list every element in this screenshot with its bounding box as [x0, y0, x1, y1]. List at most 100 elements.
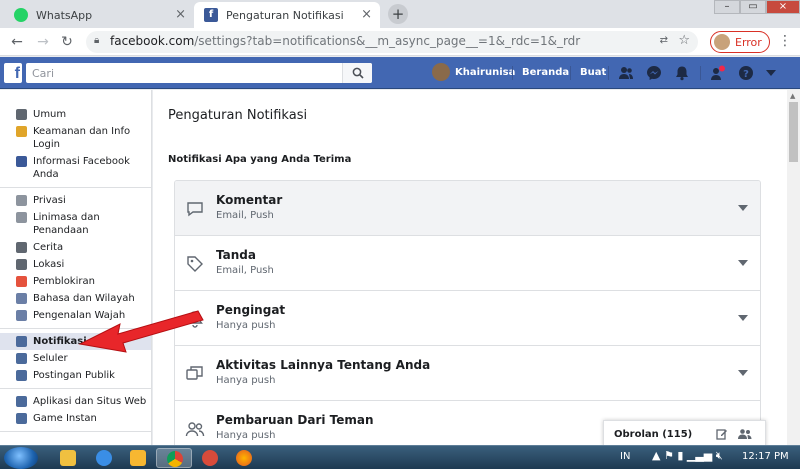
gears-icon: [16, 109, 27, 120]
sidebar-group: Aplikasi dan Situs Web Game Instan: [0, 389, 151, 432]
sidebar-item-label: Informasi Facebook Anda: [33, 156, 130, 180]
sidebar-item-postingan-publik[interactable]: Postingan Publik: [0, 367, 151, 384]
row-subtitle: Hanya push: [216, 320, 276, 331]
taskbar-ie[interactable]: [86, 448, 122, 468]
search-button[interactable]: [342, 63, 372, 83]
windows-taskbar: IN ▲ ⚑ ▮ ▁▃▅ 🔇︎ 12:17 PM: [0, 445, 800, 469]
face-icon: [16, 310, 27, 321]
sidebar-item-label: Linimasa dan Penandaan: [33, 212, 100, 236]
new-tab-button[interactable]: +: [388, 4, 408, 24]
sidebar-item-label: Keamanan dan Info Login: [33, 126, 131, 150]
notification-row-aktivitas-lainnya-tentang-anda[interactable]: Aktivitas Lainnya Tentang Anda Hanya push: [175, 346, 760, 401]
avatar: [714, 34, 730, 50]
reload-icon[interactable]: ↻: [58, 33, 76, 51]
sidebar-item-label: Privasi: [33, 195, 66, 206]
taskbar-chrome[interactable]: [156, 448, 192, 468]
avatar: [432, 63, 450, 81]
sidebar-item-seluler[interactable]: Seluler: [0, 350, 151, 367]
divider: [700, 66, 701, 80]
tab-whatsapp[interactable]: WhatsApp ×: [4, 2, 194, 28]
book-icon: [16, 242, 27, 253]
help-icon[interactable]: ?: [738, 65, 754, 81]
maximize-button[interactable]: ▭: [740, 0, 766, 14]
taskbar-media[interactable]: [120, 448, 156, 468]
sidebar-item-bahasa-dan-wilayah[interactable]: Bahasa dan Wilayah: [0, 290, 151, 307]
language-indicator[interactable]: IN: [620, 451, 630, 462]
chevron-down-icon[interactable]: [738, 260, 748, 266]
row-subtitle: Hanya push: [216, 430, 276, 441]
chevron-down-icon[interactable]: [738, 205, 748, 211]
back-icon[interactable]: ←: [8, 33, 26, 51]
sidebar-item-umum[interactable]: Umum: [0, 106, 151, 123]
sidebar-item-linimasa-dan-penandaan[interactable]: Linimasa dan Penandaan: [0, 209, 151, 239]
notifications-bell-icon[interactable]: [674, 65, 690, 81]
start-button[interactable]: [4, 447, 38, 469]
sidebar-item-pemblokiran[interactable]: Pemblokiran: [0, 273, 151, 290]
chevron-down-icon[interactable]: [738, 370, 748, 376]
notification-row-komentar[interactable]: Komentar Email, Push: [175, 181, 760, 236]
sidebar-item-keamanan-dan-info-login[interactable]: Keamanan dan Info Login: [0, 123, 151, 153]
taskbar-app[interactable]: [192, 448, 228, 468]
notification-row-pengingat[interactable]: Pengingat Hanya push: [175, 291, 760, 346]
forward-icon[interactable]: →: [34, 33, 52, 51]
friend-requests-icon[interactable]: [618, 65, 634, 81]
divider: [512, 66, 513, 80]
sidebar-item-label: Cerita: [33, 242, 64, 253]
messenger-icon[interactable]: [646, 65, 662, 81]
game-icon: [16, 413, 27, 424]
sidebar-item-cerita[interactable]: Cerita: [0, 239, 151, 256]
tab-pengaturan-notifikasi[interactable]: f Pengaturan Notifikasi ×: [194, 2, 380, 28]
activity-icon: [186, 366, 203, 380]
sidebar-item-privasi[interactable]: Privasi: [0, 192, 151, 209]
home-link[interactable]: Beranda: [522, 67, 569, 78]
close-tab-icon[interactable]: ×: [361, 7, 372, 22]
sidebar-item-aplikasi-dan-situs-web[interactable]: Aplikasi dan Situs Web: [0, 393, 151, 410]
taskbar-firefox[interactable]: [226, 448, 262, 468]
sidebar-item-notifikasi[interactable]: Notifikasi: [0, 333, 151, 350]
internet-explorer-icon: [96, 450, 112, 466]
chrome-menu-icon[interactable]: ⋮: [778, 33, 792, 49]
create-link[interactable]: Buat: [580, 67, 606, 78]
error-label: Error: [735, 35, 762, 49]
page-scrollbar[interactable]: ▲: [787, 90, 800, 445]
profile-error-button[interactable]: Error: [710, 31, 770, 53]
row-subtitle: Hanya push: [216, 375, 276, 386]
scrollbar-thumb[interactable]: [789, 102, 798, 162]
taskbar-explorer[interactable]: [50, 448, 86, 468]
sidebar-item-informasi-facebook-anda[interactable]: Informasi Facebook Anda: [0, 153, 151, 183]
url-host: facebook.com: [110, 34, 195, 48]
search-input[interactable]: [26, 63, 372, 83]
whatsapp-icon: [14, 8, 28, 22]
sidebar-item-game-instan[interactable]: Game Instan: [0, 410, 151, 427]
row-subtitle: Email, Push: [216, 265, 274, 276]
account-menu-chevron-icon[interactable]: [766, 69, 776, 77]
sidebar-item-lokasi[interactable]: Lokasi: [0, 256, 151, 273]
clock[interactable]: 12:17 PM: [742, 451, 789, 462]
group-chat-icon[interactable]: [738, 428, 752, 440]
new-message-icon[interactable]: [716, 428, 728, 440]
apps-icon: [16, 396, 27, 407]
firefox-icon: [236, 450, 252, 466]
profile-link[interactable]: Khairunisa: [432, 63, 515, 81]
section-title: Notifikasi Apa yang Anda Terima: [168, 154, 352, 165]
row-title: Aktivitas Lainnya Tentang Anda: [216, 358, 431, 372]
sidebar-item-label: Postingan Publik: [33, 370, 115, 381]
row-title: Komentar: [216, 193, 283, 207]
facebook-logo-icon[interactable]: f: [4, 63, 22, 83]
sidebar-item-pengenalan-wajah[interactable]: Pengenalan Wajah: [0, 307, 151, 324]
bookmark-star-icon[interactable]: ☆: [678, 33, 690, 48]
chevron-down-icon[interactable]: [738, 315, 748, 321]
sidebar-group: Privasi Linimasa dan Penandaan Cerita Lokas…: [0, 188, 151, 329]
sidebar-item-label: Notifikasi: [33, 336, 87, 347]
window-close-button[interactable]: ×: [766, 0, 800, 14]
translate-icon[interactable]: ⇄: [660, 35, 668, 46]
close-tab-icon[interactable]: ×: [175, 7, 186, 22]
folder-icon: [60, 450, 76, 466]
scroll-up-icon[interactable]: ▲: [790, 92, 795, 100]
settings-content: Pengaturan Notifikasi Notifikasi Apa yan…: [153, 90, 787, 450]
notification-row-tanda[interactable]: Tanda Email, Push: [175, 236, 760, 291]
quick-help-friends-icon[interactable]: [710, 65, 726, 81]
minimize-button[interactable]: –: [714, 0, 740, 14]
chat-sidebar-button[interactable]: Obrolan (115): [603, 420, 766, 447]
address-bar[interactable]: 🔒︎ facebook.com/settings?tab=notificatio…: [86, 31, 698, 53]
